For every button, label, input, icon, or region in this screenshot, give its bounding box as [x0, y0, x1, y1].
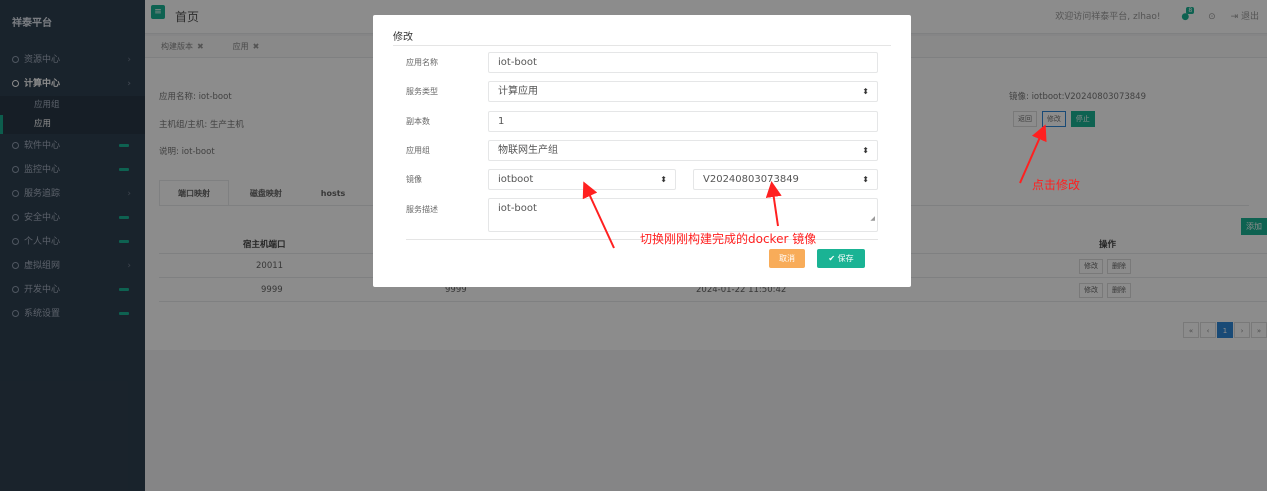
arrow-to-image-select	[582, 181, 615, 249]
annotation-switch-image: 切换刚刚构建完成的docker 镜像	[640, 232, 817, 246]
annotation-arrows	[582, 124, 1047, 249]
annotation-click-edit: 点击修改	[1032, 178, 1081, 192]
arrow-to-version-select	[765, 181, 782, 227]
arrow-to-edit-button	[1019, 124, 1047, 184]
